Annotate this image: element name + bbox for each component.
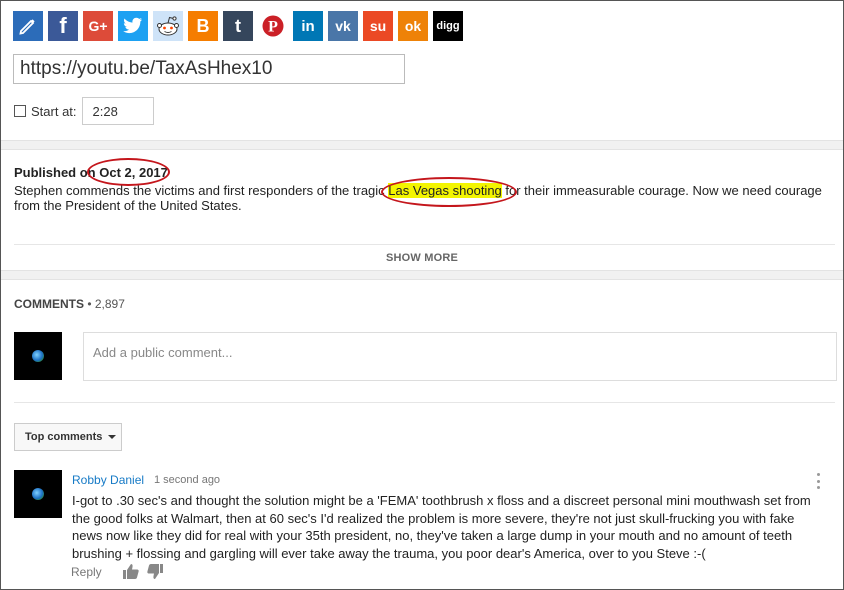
comment-author-name[interactable]: Robby Daniel bbox=[72, 473, 144, 487]
vk-share-button[interactable]: vk bbox=[328, 11, 358, 41]
digg-icon: digg bbox=[436, 20, 460, 32]
description-text-before: Stephen commends the victims and first r… bbox=[14, 183, 389, 198]
twitter-icon bbox=[123, 17, 143, 35]
google-plus-icon: G+ bbox=[88, 18, 108, 34]
share-url-field[interactable]: https://youtu.be/TaxAsHhex10 bbox=[13, 54, 405, 84]
linkedin-share-button[interactable]: in bbox=[293, 11, 323, 41]
comments-count: 2,897 bbox=[94, 297, 125, 311]
thumbs-up-icon[interactable] bbox=[123, 564, 139, 579]
comment-timestamp[interactable]: 1 second ago bbox=[154, 474, 220, 486]
start-at-label: Start at: bbox=[31, 103, 77, 119]
sort-label: Top comments bbox=[25, 431, 103, 443]
globe-icon bbox=[32, 488, 44, 500]
caret-down-icon bbox=[108, 435, 117, 439]
facebook-share-button[interactable]: f bbox=[48, 11, 78, 41]
stumbleupon-icon: su bbox=[369, 18, 387, 34]
pinterest-icon: P bbox=[262, 15, 284, 37]
comment-author-avatar[interactable] bbox=[14, 470, 62, 518]
add-comment-input[interactable]: Add a public comment... bbox=[83, 332, 837, 381]
odnoklassniki-share-button[interactable]: ok bbox=[398, 11, 428, 41]
highlight-annotation-circle bbox=[381, 177, 517, 207]
facebook-icon: f bbox=[59, 13, 67, 38]
video-info-panel: f G+ Bt Pin vk su ok digg https://youtu.be/TaxA… bbox=[0, 0, 844, 590]
digg-share-button[interactable]: digg bbox=[433, 11, 463, 41]
comment-text: I-got to .30 sec's and thought the solut… bbox=[72, 493, 811, 561]
reddit-icon bbox=[156, 15, 180, 37]
share-buttons-bar: f G+ Bt Pin vk su ok digg bbox=[13, 11, 463, 41]
globe-icon bbox=[32, 350, 44, 362]
odnoklassniki-icon: ok bbox=[404, 18, 422, 34]
start-at-time-input[interactable]: 2:28 bbox=[81, 97, 154, 125]
show-more-button[interactable]: SHOW MORE bbox=[1, 252, 843, 264]
comment-menu-icon[interactable] bbox=[814, 473, 822, 489]
reddit-share-button[interactable] bbox=[153, 11, 183, 41]
pinterest-share-button[interactable]: P bbox=[258, 11, 288, 41]
comments-divider bbox=[14, 402, 835, 403]
section-divider bbox=[1, 140, 843, 150]
date-annotation-circle bbox=[87, 158, 170, 186]
blogger-share-button[interactable]: B bbox=[188, 11, 218, 41]
twitter-share-button[interactable] bbox=[118, 11, 148, 41]
svg-text:P: P bbox=[268, 19, 278, 36]
pencil-icon bbox=[18, 16, 38, 36]
reply-button[interactable]: Reply bbox=[71, 565, 102, 579]
section-divider bbox=[1, 270, 843, 280]
description-divider bbox=[14, 244, 835, 245]
stumbleupon-share-button[interactable]: su bbox=[363, 11, 393, 41]
embed-share-button[interactable] bbox=[13, 11, 43, 41]
linkedin-icon: in bbox=[301, 17, 315, 35]
comments-separator: • bbox=[84, 297, 95, 311]
blogger-icon: B bbox=[196, 15, 210, 36]
thumbs-down-icon[interactable] bbox=[147, 564, 163, 579]
comments-header: COMMENTS • 2,897 bbox=[14, 297, 125, 311]
tumblr-icon: t bbox=[235, 15, 241, 36]
google-plus-share-button[interactable]: G+ bbox=[83, 11, 113, 41]
sort-comments-dropdown[interactable]: Top comments bbox=[14, 423, 122, 451]
tumblr-share-button[interactable]: t bbox=[223, 11, 253, 41]
vk-icon: vk bbox=[335, 18, 351, 34]
start-at-row: Start at: 2:28 bbox=[14, 97, 154, 125]
start-at-checkbox[interactable] bbox=[14, 105, 26, 117]
current-user-avatar bbox=[14, 332, 62, 380]
comments-label: COMMENTS bbox=[14, 297, 84, 311]
